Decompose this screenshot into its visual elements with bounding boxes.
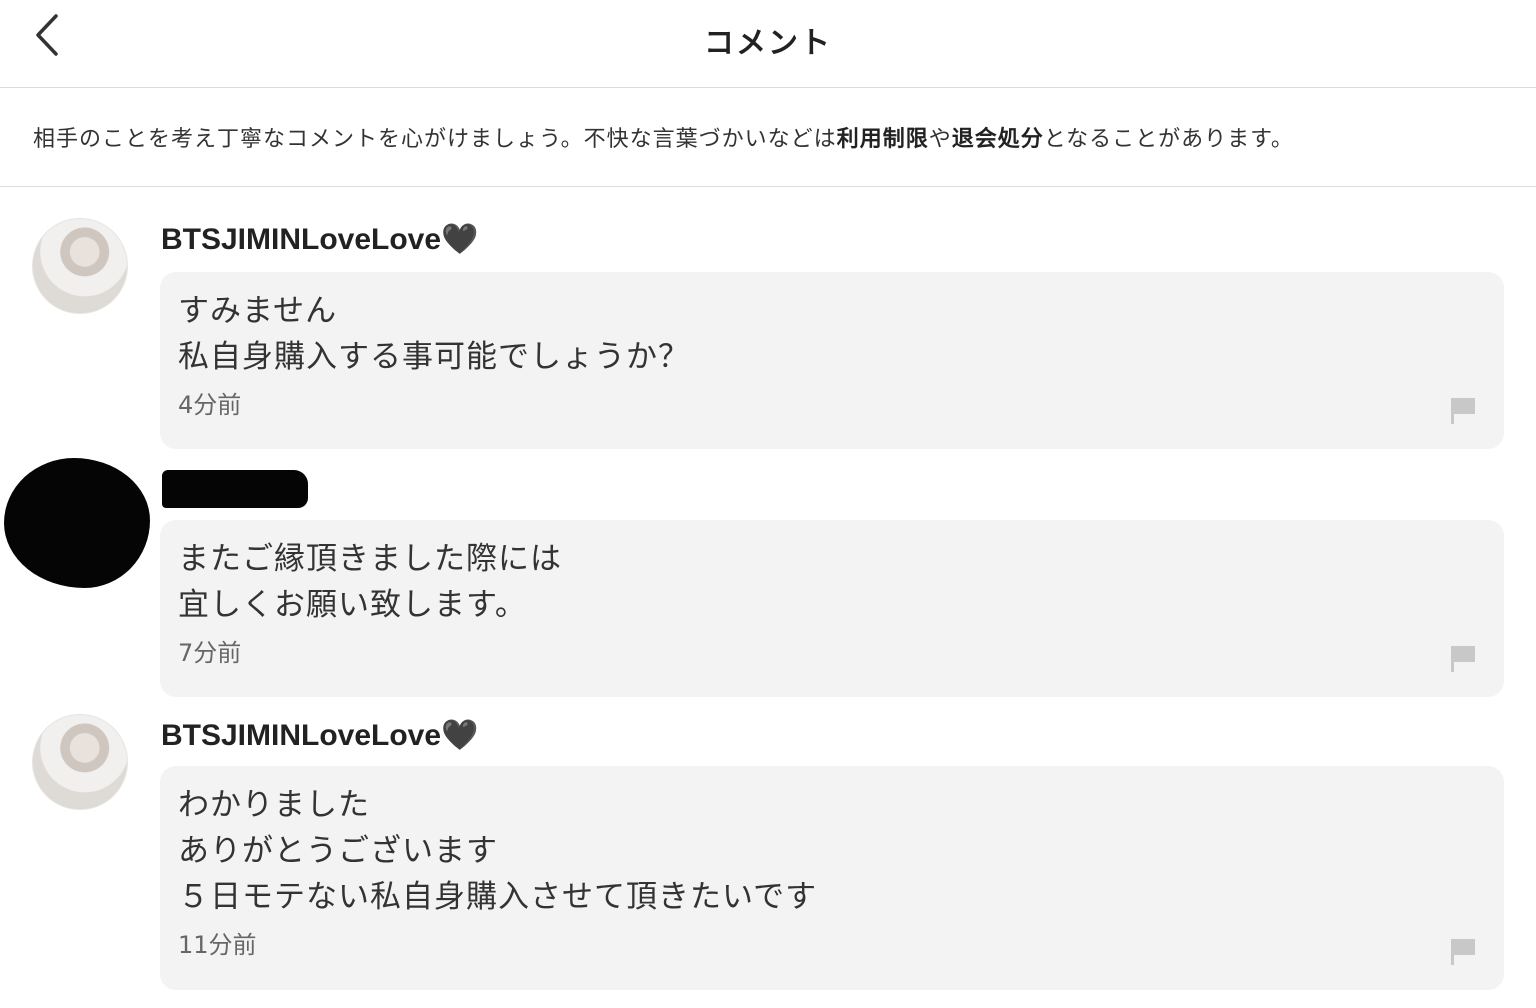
- comment-text-line: すみません: [178, 293, 338, 329]
- username-redacted: [162, 470, 308, 508]
- notice-text-middle: や: [928, 127, 952, 152]
- comment-text-line: 宜しくお願い致します。: [178, 587, 527, 623]
- report-button[interactable]: [1450, 938, 1476, 966]
- report-button[interactable]: [1450, 397, 1476, 425]
- notice-text-after: となることがあります。: [1043, 127, 1294, 152]
- comment-timestamp: 7分前: [178, 639, 242, 667]
- comment-timestamp: 11分前: [178, 931, 257, 959]
- comment-guideline-notice: 相手のことを考え丁寧なコメントを心がけましょう。不快な言葉づかいなどは 利用制限や…: [0, 88, 1536, 187]
- comment-username[interactable]: BTSJIMINLoveLove🖤: [161, 718, 478, 753]
- flag-icon: [1451, 646, 1475, 672]
- avatar[interactable]: [32, 714, 128, 810]
- comment-text-line: またご縁頂きました際には: [178, 541, 562, 577]
- comment-timestamp: 4分前: [178, 391, 242, 419]
- notice-text-before: 相手のことを考え丁寧なコメントを心がけましょう。不快な言葉づかいなどは: [33, 127, 837, 152]
- comment-text-line: ありがとうございます: [178, 833, 498, 869]
- comment-text-line: 私自身購入する事可能でしょうか？: [178, 339, 690, 375]
- avatar[interactable]: [32, 218, 128, 314]
- page-title: コメント: [704, 26, 832, 61]
- notice-bold-withdrawal: 退会処分: [951, 127, 1044, 152]
- header-bar: コメント: [0, 0, 1536, 88]
- comment-bubble: すみません 私自身購入する事可能でしょうか？ 4分前: [160, 272, 1504, 449]
- report-button[interactable]: [1450, 645, 1476, 673]
- avatar-redacted[interactable]: [4, 458, 150, 588]
- comment-bubble: またご縁頂きました際には 宜しくお願い致します。 7分前: [160, 520, 1504, 697]
- comment-username[interactable]: BTSJIMINLoveLove🖤: [161, 222, 478, 257]
- comment-bubble: わかりました ありがとうございます ５日モテない私自身購入させて頂きたいです 1…: [160, 766, 1504, 990]
- flag-icon: [1451, 398, 1475, 424]
- notice-bold-restriction: 利用制限: [836, 127, 929, 152]
- comment-text-line: わかりました: [178, 787, 370, 823]
- comment-text-line: ５日モテない私自身購入させて頂きたいです: [178, 879, 818, 915]
- flag-icon: [1451, 939, 1475, 965]
